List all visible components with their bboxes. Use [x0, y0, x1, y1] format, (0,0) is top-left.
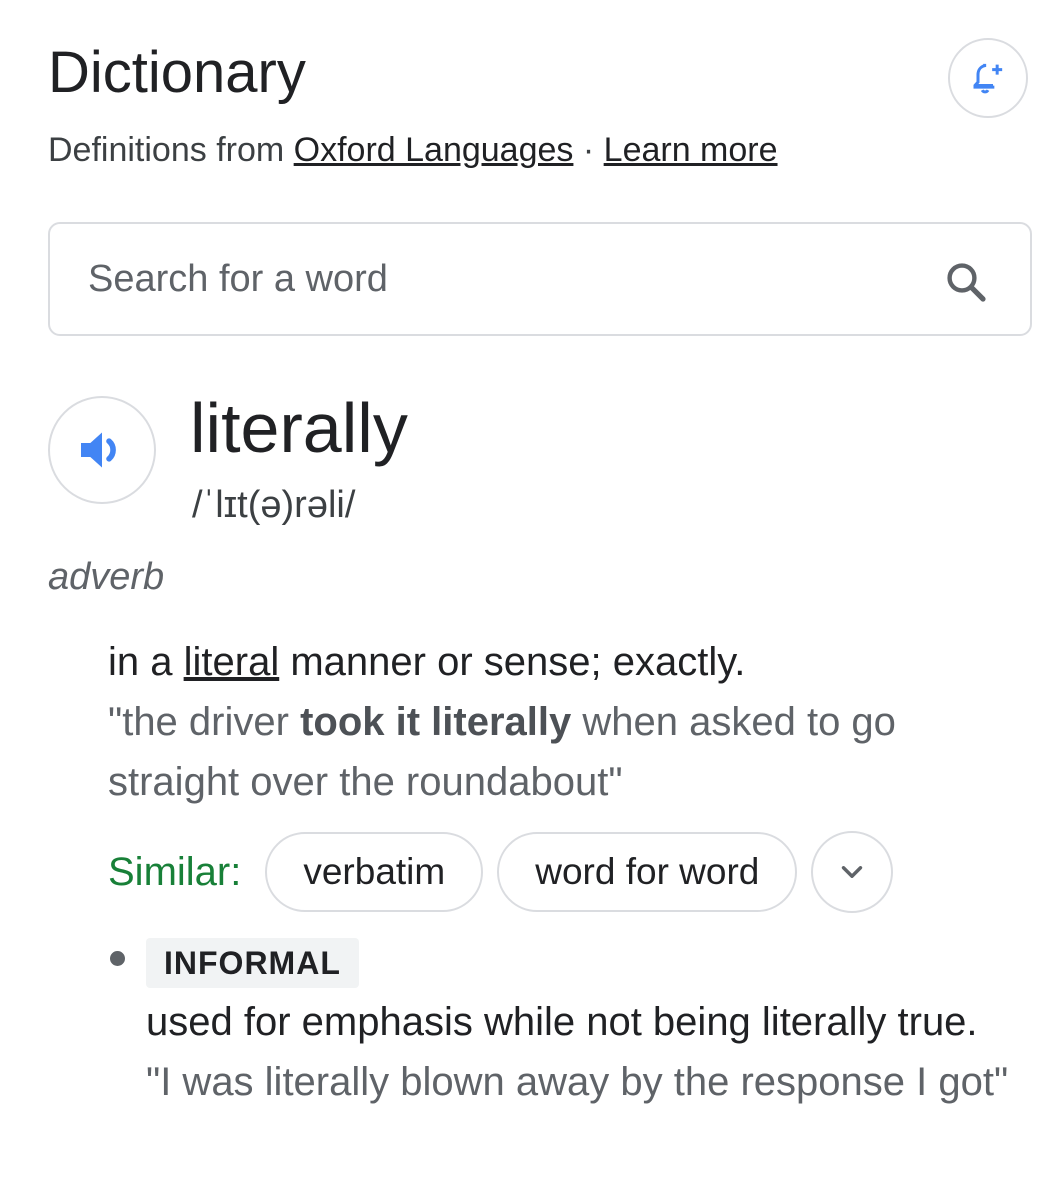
speaker-icon	[81, 432, 116, 468]
pronounce-button[interactable]	[48, 396, 156, 504]
headword: literally	[190, 389, 408, 467]
literal-link[interactable]: literal	[184, 640, 280, 684]
search-icon[interactable]	[942, 258, 990, 306]
similar-label: Similar:	[108, 849, 242, 894]
definition-prefix: in a	[108, 640, 173, 684]
part-of-speech: adverb	[48, 556, 165, 598]
example-1: "the driver took it literally when asked…	[108, 692, 1008, 812]
chevron-down-icon	[842, 866, 863, 878]
similar-row: Similar: verbatim word for word	[108, 830, 894, 914]
alert-button[interactable]	[948, 38, 1028, 118]
oxford-languages-link[interactable]: Oxford Languages	[294, 131, 574, 169]
search-box[interactable]	[48, 222, 1032, 336]
learn-more-link[interactable]: Learn more	[604, 131, 778, 169]
example-start: "the driver	[108, 700, 289, 744]
informal-badge: INFORMAL	[146, 938, 359, 988]
example-2: "I was literally blown away by the respo…	[146, 1060, 1009, 1104]
expand-similar-button[interactable]	[811, 831, 894, 913]
source-separator: ·	[582, 131, 595, 169]
search-input[interactable]	[88, 224, 908, 334]
definition-suffix: manner or sense; exactly.	[290, 640, 746, 684]
similar-chip[interactable]: verbatim	[265, 832, 484, 912]
definition-2: used for emphasis while not being litera…	[146, 1000, 978, 1044]
bullet-dot	[110, 951, 125, 966]
definition-1: in a literal manner or sense; exactly.	[108, 634, 745, 690]
source-prefix: Definitions from	[48, 131, 285, 169]
phonetic: /ˈlɪt(ə)rəli/	[192, 484, 356, 526]
source-line: Definitions from Oxford Languages · Lear…	[48, 128, 778, 172]
example-bold: took it literally	[300, 700, 572, 744]
similar-chip[interactable]: word for word	[497, 832, 798, 912]
page-title: Dictionary	[48, 40, 306, 105]
bell-plus-icon	[973, 63, 1003, 94]
